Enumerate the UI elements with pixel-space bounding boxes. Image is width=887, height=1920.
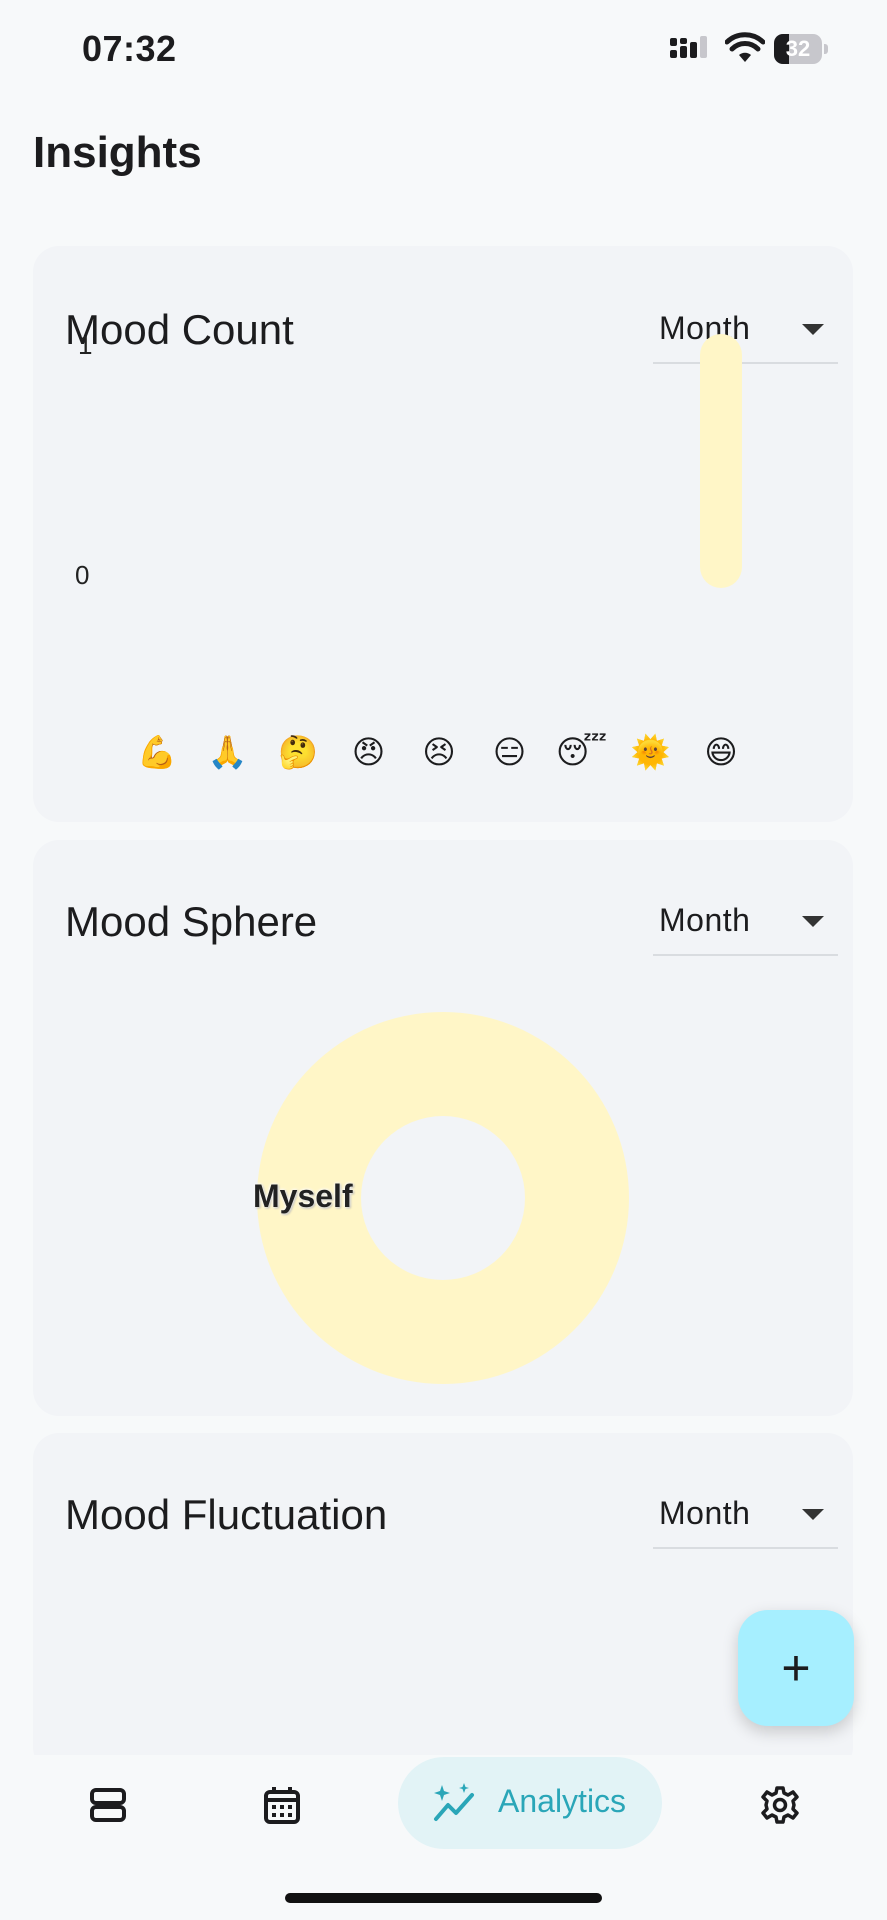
mood-fluctuation-period-dropdown[interactable]: Month [653, 1483, 838, 1549]
mood-emoji-label: 😠 [351, 734, 386, 770]
mood-emoji-label: 😣 [422, 734, 456, 770]
home-indicator [285, 1893, 602, 1903]
sparkle-chart-icon [434, 1783, 474, 1821]
nav-entries[interactable] [68, 1755, 148, 1855]
wifi-icon [725, 32, 765, 62]
y-tick-label: 1 [78, 330, 93, 360]
status-bar: 07:32 32 [0, 0, 887, 100]
page-title: Insights [33, 128, 202, 177]
list-icon [90, 1788, 126, 1822]
nav-analytics[interactable]: Analytics [398, 1757, 662, 1849]
plus-icon: + [781, 1640, 811, 1696]
cellular-signal-icon [670, 36, 707, 58]
mood-emoji-label: 😄 [704, 734, 738, 770]
mood-sphere-donut-chart [257, 1012, 629, 1384]
mood-count-bar [700, 334, 742, 588]
mood-count-chart: 0 1 💪 🙏 🤔 😠 😣 😑 😴 🌞 😄 [33, 246, 853, 822]
y-tick-label: 0 [75, 560, 90, 590]
add-entry-button[interactable]: + [738, 1610, 854, 1726]
donut-slice-label: Myself [253, 1178, 353, 1214]
mood-count-card: Mood Count Month 0 1 💪 🙏 🤔 😠 😣 😑 😴 🌞 😄 [33, 246, 853, 822]
calendar-icon [264, 1787, 300, 1824]
mood-emoji-label: 😑 [492, 734, 527, 770]
dropdown-label: Month [659, 1495, 751, 1531]
nav-settings[interactable] [740, 1755, 820, 1855]
mood-emoji-label: 🤔 [278, 734, 318, 770]
battery-icon: 32 [774, 34, 828, 64]
status-time: 07:32 [82, 28, 177, 69]
nav-analytics-label: Analytics [498, 1783, 627, 1819]
mood-sphere-card: Mood Sphere Month Myself [33, 840, 853, 1416]
mood-emoji-label: 💪 [137, 734, 177, 770]
gear-icon [761, 1786, 799, 1824]
mood-fluctuation-title: Mood Fluctuation [65, 1491, 388, 1538]
mood-emoji-label: 😴 [556, 734, 608, 770]
caret-down-icon [802, 1509, 824, 1520]
battery-level: 32 [785, 36, 811, 61]
mood-emoji-label: 🙏 [207, 734, 248, 770]
mood-fluctuation-card: Mood Fluctuation Month [33, 1433, 853, 1773]
nav-calendar[interactable] [242, 1755, 322, 1855]
mood-emoji-label: 🌞 [630, 734, 671, 770]
